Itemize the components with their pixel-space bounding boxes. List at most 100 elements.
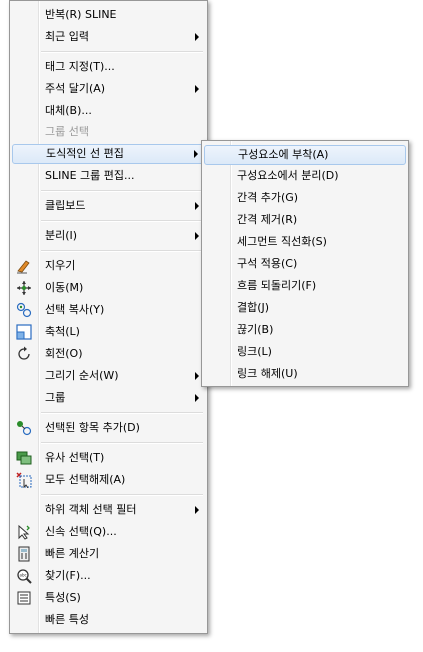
menu-item-label: 도식적인 선 편집 <box>46 147 124 160</box>
menu-separator <box>41 412 203 414</box>
menu-item-label: 모두 선택해제(A) <box>45 473 126 486</box>
menu-item-label: 태그 지정(T)... <box>45 60 115 73</box>
submenu-arrow-icon <box>195 232 199 240</box>
menu-item-subobject-filter[interactable]: 하위 객체 선택 필터 <box>12 500 205 520</box>
submenu-item-remove-gap[interactable]: 간격 제거(R) <box>204 210 406 230</box>
menu-item-quick-calculator[interactable]: 빠른 계산기 <box>12 544 205 564</box>
menu-separator <box>41 51 203 53</box>
menu-separator <box>41 442 203 444</box>
menu-item-label: 축척(L) <box>45 325 80 338</box>
menu-item-isolate[interactable]: 분리(I) <box>12 226 205 246</box>
menu-separator <box>41 220 203 222</box>
menu-item-recent-input[interactable]: 최근 입력 <box>12 27 205 47</box>
menu-separator <box>41 494 203 496</box>
menu-item-copy-selection[interactable]: 선택 복사(Y) <box>12 300 205 320</box>
menu-item-label: 결합(J) <box>237 301 270 314</box>
menu-item-label: 구성요소에 부착(A) <box>238 148 329 161</box>
menu-item-label: 지우기 <box>45 259 76 272</box>
submenu-item-unlink[interactable]: 링크 해제(U) <box>204 364 406 384</box>
menu-item-select-group: 그룹 선택 <box>12 122 205 142</box>
scale-icon <box>16 324 32 340</box>
menu-item-label: 찾기(F)... <box>45 569 91 582</box>
menu-item-properties[interactable]: 특성(S) <box>12 588 205 608</box>
menu-item-find[interactable]: abc 찾기(F)... <box>12 566 205 586</box>
calculator-icon <box>16 546 32 562</box>
menu-separator <box>41 250 203 252</box>
menu-item-label: SLINE 그룹 편집... <box>45 169 135 182</box>
menu-item-erase[interactable]: 지우기 <box>12 256 205 276</box>
menu-item-label: 구성요소에서 분리(D) <box>237 169 339 182</box>
menu-item-group[interactable]: 그룹 <box>12 388 205 408</box>
menu-item-label: 그룹 선택 <box>45 125 89 138</box>
schematic-line-edit-submenu: 구성요소에 부착(A) 구성요소에서 분리(D) 간격 추가(G) 간격 제거(… <box>201 140 409 387</box>
menu-item-label: 신속 선택(Q)... <box>45 525 117 538</box>
properties-icon <box>16 590 32 606</box>
move-icon <box>16 280 32 296</box>
menu-item-label: 회전(O) <box>45 347 83 360</box>
menu-item-draw-order[interactable]: 그리기 순서(W) <box>12 366 205 386</box>
rotate-icon <box>16 346 32 362</box>
submenu-arrow-icon <box>195 33 199 41</box>
menu-item-deselect-all[interactable]: 모두 선택해제(A) <box>12 470 205 490</box>
menu-item-label: 대체(B)... <box>45 104 92 117</box>
submenu-item-attach-component[interactable]: 구성요소에 부착(A) <box>204 145 406 165</box>
menu-item-label: 선택 복사(Y) <box>45 303 105 316</box>
svg-text:abc: abc <box>20 573 27 578</box>
menu-item-label: 링크(L) <box>237 345 272 358</box>
submenu-item-apply-corner[interactable]: 구석 적용(C) <box>204 254 406 274</box>
deselect-all-icon <box>16 472 32 488</box>
menu-item-label: 최근 입력 <box>45 30 89 43</box>
menu-item-label: 끊기(B) <box>237 323 274 336</box>
menu-item-tag[interactable]: 태그 지정(T)... <box>12 57 205 77</box>
menu-item-move[interactable]: 이동(M) <box>12 278 205 298</box>
submenu-arrow-icon <box>195 394 199 402</box>
context-menu: 반복(R) SLINE 최근 입력 태그 지정(T)... 주석 달기(A) 대… <box>9 0 208 634</box>
menu-item-label: 빠른 특성 <box>45 613 89 626</box>
menu-item-label: 흐름 되돌리기(F) <box>237 279 317 292</box>
menu-item-substitute[interactable]: 대체(B)... <box>12 101 205 121</box>
quick-select-icon <box>16 524 32 540</box>
menu-item-annotate[interactable]: 주석 달기(A) <box>12 79 205 99</box>
menu-item-label: 그룹 <box>45 391 66 404</box>
submenu-arrow-icon <box>195 506 199 514</box>
select-similar-icon <box>16 450 32 466</box>
menu-item-quick-properties[interactable]: 빠른 특성 <box>12 610 205 630</box>
menu-item-select-similar[interactable]: 유사 선택(T) <box>12 448 205 468</box>
submenu-item-detach-component[interactable]: 구성요소에서 분리(D) <box>204 166 406 186</box>
submenu-arrow-icon <box>195 85 199 93</box>
menu-item-sline-group-edit[interactable]: SLINE 그룹 편집... <box>12 166 205 186</box>
submenu-arrow-icon <box>195 372 199 380</box>
submenu-arrow-icon <box>195 202 199 210</box>
menu-item-label: 클립보드 <box>45 199 86 212</box>
menu-item-label: 세그먼트 직선화(S) <box>237 235 327 248</box>
submenu-item-add-gap[interactable]: 간격 추가(G) <box>204 188 406 208</box>
menu-item-label: 분리(I) <box>45 229 78 242</box>
menu-item-label: 간격 제거(R) <box>237 213 298 226</box>
menu-item-rotate[interactable]: 회전(O) <box>12 344 205 364</box>
submenu-item-link[interactable]: 링크(L) <box>204 342 406 362</box>
menu-item-add-selected[interactable]: 선택된 항목 추가(D) <box>12 418 205 438</box>
menu-item-label: 선택된 항목 추가(D) <box>45 421 140 434</box>
menu-item-label: 유사 선택(T) <box>45 451 105 464</box>
menu-item-label: 간격 추가(G) <box>237 191 299 204</box>
menu-item-scale[interactable]: 축척(L) <box>12 322 205 342</box>
menu-separator <box>41 190 203 192</box>
menu-item-label: 이동(M) <box>45 281 84 294</box>
menu-item-label: 링크 해제(U) <box>237 367 298 380</box>
find-icon: abc <box>16 568 32 584</box>
menu-item-label: 하위 객체 선택 필터 <box>45 503 137 516</box>
menu-item-schematic-line-edit[interactable]: 도식적인 선 편집 <box>12 144 205 164</box>
menu-item-label: 그리기 순서(W) <box>45 369 119 382</box>
submenu-item-join[interactable]: 결합(J) <box>204 298 406 318</box>
submenu-item-break[interactable]: 끊기(B) <box>204 320 406 340</box>
menu-item-label: 특성(S) <box>45 591 81 604</box>
menu-item-label: 주석 달기(A) <box>45 82 106 95</box>
menu-item-label: 빠른 계산기 <box>45 547 100 560</box>
menu-item-quick-select[interactable]: 신속 선택(Q)... <box>12 522 205 542</box>
menu-item-label: 반복(R) SLINE <box>45 8 117 21</box>
menu-item-repeat-sline[interactable]: 반복(R) SLINE <box>12 5 205 25</box>
submenu-item-reverse-flow[interactable]: 흐름 되돌리기(F) <box>204 276 406 296</box>
add-selected-icon <box>16 420 32 436</box>
menu-item-clipboard[interactable]: 클립보드 <box>12 196 205 216</box>
submenu-item-straighten-segment[interactable]: 세그먼트 직선화(S) <box>204 232 406 252</box>
